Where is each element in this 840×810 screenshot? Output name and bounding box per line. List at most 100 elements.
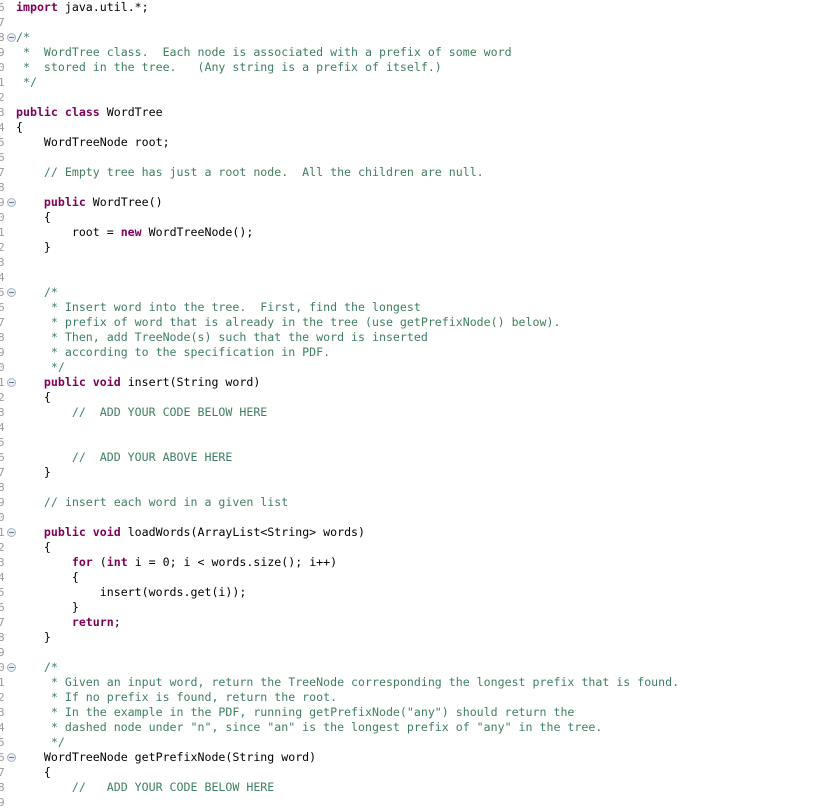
line-number: 0: [0, 511, 5, 524]
comment-token: * Given an input word, return the TreeNo…: [16, 675, 680, 689]
code-line[interactable]: 7: [0, 15, 840, 30]
code-line[interactable]: 1 * Given an input word, return the Tree…: [0, 675, 840, 690]
code-line[interactable]: 1 */: [0, 75, 840, 90]
code-line[interactable]: 6 WordTreeNode getPrefixNode(String word…: [0, 750, 840, 765]
code-line[interactable]: 6 }: [0, 600, 840, 615]
code-line[interactable]: 1 public void loadWords(ArrayList<String…: [0, 525, 840, 540]
code-token: WordTree(): [85, 195, 163, 209]
code-line[interactable]: 2 * If no prefix is found, return the ro…: [0, 690, 840, 705]
code-token: WordTreeNode root;: [16, 135, 170, 149]
code-line[interactable]: 4: [0, 270, 840, 285]
code-text: {: [16, 390, 51, 405]
code-line[interactable]: 4 {: [0, 570, 840, 585]
keyword-token: public: [43, 375, 86, 389]
code-text: * dashed node under "n", since "an" is t…: [16, 720, 602, 735]
line-number: 5: [0, 136, 5, 149]
code-line[interactable]: 5 WordTreeNode root;: [0, 135, 840, 150]
code-text: insert(words.get(i));: [16, 585, 247, 600]
code-text: root = new WordTreeNode();: [16, 225, 254, 240]
code-text: {: [16, 570, 79, 585]
code-line[interactable]: 9 public WordTree(): [0, 195, 840, 210]
fold-collapse-icon[interactable]: [7, 753, 16, 762]
code-text: {: [16, 120, 23, 135]
code-line[interactable]: 7 return;: [0, 615, 840, 630]
code-line[interactable]: 9: [0, 795, 840, 810]
code-line[interactable]: 5 /*: [0, 285, 840, 300]
code-line[interactable]: 9: [0, 645, 840, 660]
code-text: import java.util.*;: [16, 0, 149, 15]
code-line[interactable]: 7 }: [0, 465, 840, 480]
code-text: }: [16, 600, 79, 615]
fold-collapse-icon[interactable]: [7, 33, 16, 42]
code-line[interactable]: 4 * dashed node under "n", since "an" is…: [0, 720, 840, 735]
fold-collapse-icon[interactable]: [7, 378, 16, 387]
line-number: 6: [0, 301, 5, 314]
code-line[interactable]: 3 * In the example in the PDF, running g…: [0, 705, 840, 720]
code-line[interactable]: 3 public class WordTree: [0, 105, 840, 120]
code-line[interactable]: 7 {: [0, 765, 840, 780]
code-token: root =: [16, 225, 121, 239]
code-token: {: [16, 120, 23, 134]
line-number: 0: [0, 661, 5, 674]
code-line[interactable]: 4{: [0, 120, 840, 135]
code-token: }: [16, 630, 51, 644]
code-line[interactable]: 8 * Then, add TreeNode(s) such that the …: [0, 330, 840, 345]
code-line[interactable]: 0: [0, 510, 840, 525]
line-number: 9: [0, 196, 5, 209]
line-number: 3: [0, 256, 5, 269]
code-line[interactable]: 3 // ADD YOUR CODE BELOW HERE: [0, 405, 840, 420]
code-line[interactable]: 8 // ADD YOUR CODE BELOW HERE: [0, 780, 840, 795]
fold-collapse-icon[interactable]: [7, 198, 16, 207]
line-number: 6: [0, 1, 5, 14]
code-line[interactable]: 6 // ADD YOUR ABOVE HERE: [0, 450, 840, 465]
line-number: 7: [0, 166, 5, 179]
code-line[interactable]: 7 // Empty tree has just a root node. Al…: [0, 165, 840, 180]
code-line[interactable]: 8 /*: [0, 30, 840, 45]
comment-token: */: [16, 735, 65, 749]
code-line[interactable]: 3: [0, 255, 840, 270]
comment-token: */: [16, 75, 37, 89]
line-number: 8: [0, 631, 5, 644]
code-line[interactable]: 3 for (int i = 0; i < words.size(); i++): [0, 555, 840, 570]
code-line[interactable]: 8: [0, 480, 840, 495]
code-line[interactable]: 6 import java.util.*;: [0, 0, 840, 15]
code-line[interactable]: 2 {: [0, 390, 840, 405]
comment-token: * Then, add TreeNode(s) such that the wo…: [16, 330, 428, 344]
code-editor[interactable]: 6 import java.util.*; 7 8/* 9 * WordTree cla…: [0, 0, 840, 809]
comment-token: * according to the specification in PDF.: [16, 345, 331, 359]
comment-token: * stored in the tree. (Any string is a p…: [16, 60, 442, 74]
fold-collapse-icon[interactable]: [7, 663, 16, 672]
keyword-token: public: [16, 105, 58, 119]
code-line[interactable]: 7 * prefix of word that is already in th…: [0, 315, 840, 330]
code-line[interactable]: 6 * Insert word into the tree. First, fi…: [0, 300, 840, 315]
code-line[interactable]: 5 insert(words.get(i));: [0, 585, 840, 600]
code-line[interactable]: 2: [0, 90, 840, 105]
code-line[interactable]: 0 {: [0, 210, 840, 225]
comment-token: /*: [16, 285, 58, 299]
code-text: * WordTree class. Each node is associate…: [16, 45, 512, 60]
code-line[interactable]: 9 * according to the specification in PD…: [0, 345, 840, 360]
code-line[interactable]: 2 }: [0, 240, 840, 255]
code-line[interactable]: 9 // insert each word in a given list: [0, 495, 840, 510]
line-number: 0: [0, 61, 5, 74]
line-number: 5: [0, 736, 5, 749]
code-line[interactable]: 1 public void insert(String word): [0, 375, 840, 390]
code-line[interactable]: 8 }: [0, 630, 840, 645]
fold-collapse-icon[interactable]: [7, 528, 16, 537]
fold-collapse-icon[interactable]: [7, 288, 16, 297]
code-line[interactable]: 5: [0, 435, 840, 450]
code-line[interactable]: 5 */: [0, 735, 840, 750]
code-line[interactable]: 4: [0, 420, 840, 435]
code-line[interactable]: 1 root = new WordTreeNode();: [0, 225, 840, 240]
code-line[interactable]: 0 */: [0, 360, 840, 375]
code-line[interactable]: 9 * WordTree class. Each node is associa…: [0, 45, 840, 60]
code-line[interactable]: 0 * stored in the tree. (Any string is a…: [0, 60, 840, 75]
code-line[interactable]: 2 {: [0, 540, 840, 555]
code-line[interactable]: 0 /*: [0, 660, 840, 675]
code-text: public void insert(String word): [16, 375, 260, 390]
code-line[interactable]: 8: [0, 180, 840, 195]
code-text: // ADD YOUR CODE BELOW HERE: [16, 780, 274, 795]
code-line[interactable]: 6: [0, 150, 840, 165]
